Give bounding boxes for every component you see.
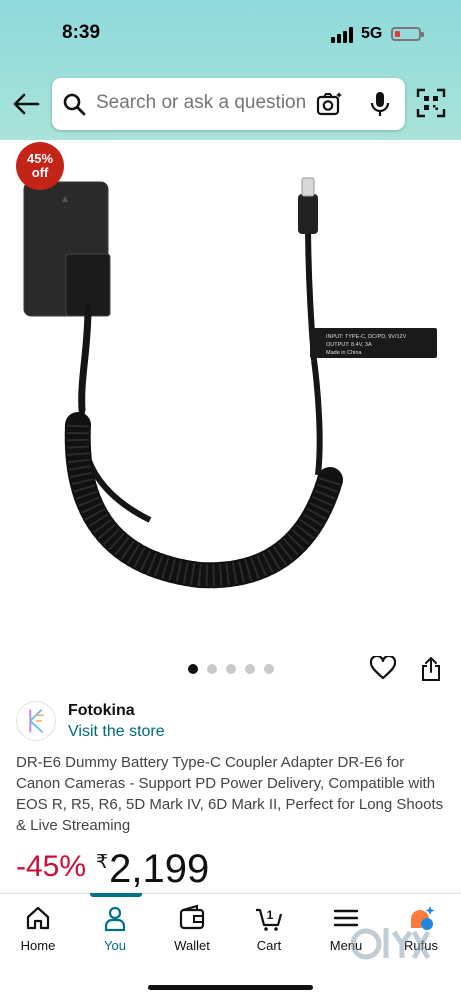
image-pagination xyxy=(188,664,274,674)
home-indicator xyxy=(148,985,313,990)
microphone-icon[interactable] xyxy=(368,90,392,118)
pagination-dot[interactable] xyxy=(188,664,198,674)
nav-home[interactable]: Home xyxy=(6,904,70,953)
nav-label: Cart xyxy=(256,938,282,953)
user-icon xyxy=(104,906,126,932)
search-icon xyxy=(63,93,86,116)
tag-text-1: INPUT: TYPE-C, DC/PD, 9V/12V xyxy=(326,334,407,340)
battery-icon xyxy=(391,27,424,41)
active-tab-indicator xyxy=(90,893,142,897)
discount-percent: -45% xyxy=(16,850,87,883)
brand-logo[interactable] xyxy=(16,701,56,741)
product-image[interactable]: INPUT: TYPE-C, DC/PD, 9V/12V OUTPUT: 8.4… xyxy=(0,140,461,690)
cart-count: 1 xyxy=(267,908,274,922)
nav-label: You xyxy=(104,938,126,953)
nav-you[interactable]: You xyxy=(83,904,147,953)
nav-cart[interactable]: 1 Cart xyxy=(237,904,301,953)
pagination-dot[interactable] xyxy=(207,664,217,674)
bottom-nav: Home You Wallet 1 Cart Menu Rufus xyxy=(0,893,461,1000)
currency-symbol: ₹ xyxy=(96,852,109,873)
nav-label: Home xyxy=(20,938,56,953)
wallet-icon xyxy=(179,904,205,930)
discount-badge-percent: 45% xyxy=(26,151,54,166)
signal-icon xyxy=(331,27,353,43)
nav-wallet[interactable]: Wallet xyxy=(160,904,224,953)
network-label: 5G xyxy=(361,25,383,42)
share-icon[interactable] xyxy=(420,656,442,682)
price: 2,199 xyxy=(109,847,210,891)
discount-badge: 45% off xyxy=(16,142,64,190)
visit-store-link[interactable]: Visit the store xyxy=(68,723,165,741)
brand-name: Fotokina xyxy=(68,702,135,719)
header: 8:39 5G xyxy=(0,0,461,140)
pagination-dot[interactable] xyxy=(245,664,255,674)
status-time: 8:39 xyxy=(62,22,101,43)
cable-illustration: INPUT: TYPE-C, DC/PD, 9V/12V OUTPUT: 8.4… xyxy=(23,177,437,589)
watermark-logo xyxy=(350,928,430,960)
tag-text-3: Made in China xyxy=(326,350,362,356)
back-arrow-icon[interactable] xyxy=(12,92,40,116)
search-bar[interactable] xyxy=(52,78,405,130)
discount-badge-off: off xyxy=(31,165,49,180)
tag-text-2: OUTPUT: 8.4V, 3A xyxy=(326,342,372,348)
heart-icon[interactable] xyxy=(370,656,396,680)
home-icon xyxy=(26,906,50,930)
camera-search-icon[interactable] xyxy=(315,90,343,118)
price-row: -45% ₹ 2,199 xyxy=(16,848,209,890)
search-input[interactable] xyxy=(96,92,308,114)
cart-icon: 1 xyxy=(256,908,283,931)
product-title[interactable]: DR-E6 Dummy Battery Type-C Coupler Adapt… xyxy=(16,752,446,836)
nav-label: Wallet xyxy=(174,938,210,953)
pagination-dot[interactable] xyxy=(226,664,236,674)
pagination-dot[interactable] xyxy=(264,664,274,674)
qr-scan-icon[interactable] xyxy=(416,88,446,118)
